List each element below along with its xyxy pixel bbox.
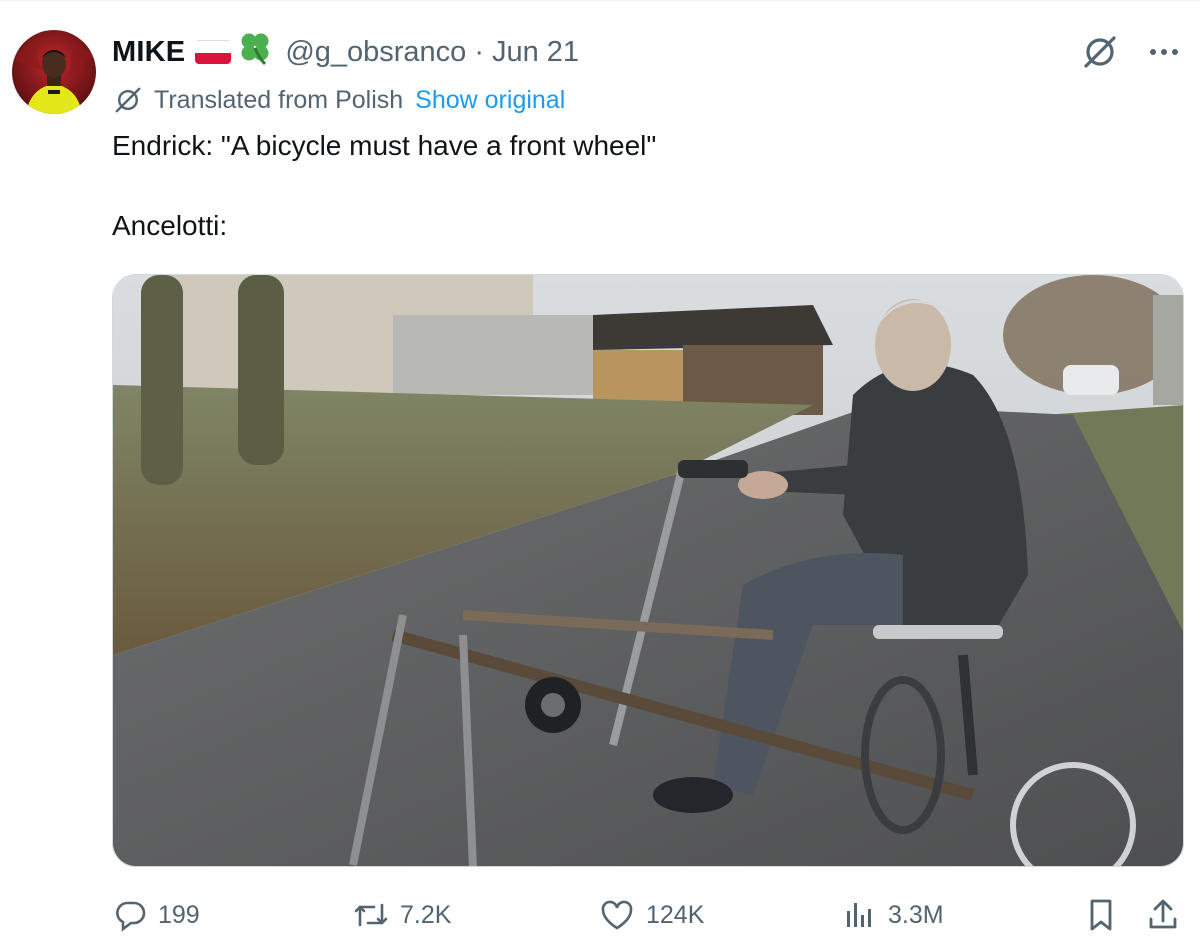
display-name[interactable]: MIKE [112,36,185,69]
top-divider [0,0,1200,1]
show-original-link[interactable]: Show original [415,86,565,115]
repost-button[interactable]: 7.2K [352,892,451,938]
post-header: MIKE @g_obsranco · Jun 21 [112,30,579,74]
video-frame [113,275,1183,866]
like-button[interactable]: 124K [598,892,704,938]
views-icon [847,903,871,927]
heart-icon [601,900,633,930]
avatar[interactable] [12,30,96,114]
poland-flag-icon [195,40,232,64]
four-leaf-clover-icon [235,28,275,76]
translation-row: Translated from Polish Show original [112,84,565,116]
bookmark-icon [1090,899,1112,931]
post-actions: 199 7.2K 124K 3.3M [112,892,1184,938]
repost-icon [354,903,388,927]
translate-icon [112,84,144,116]
post-text: Endrick: "A bicycle must have a front wh… [112,126,656,246]
post-text-line-2: Ancelotti: [112,210,228,241]
reply-icon [116,901,146,932]
reply-button[interactable]: 199 [112,892,200,938]
grok-icon[interactable] [1080,32,1120,77]
views-button[interactable]: 3.3M [842,892,944,938]
user-handle[interactable]: @g_obsranco [285,36,466,69]
translation-label: Translated from Polish [154,85,404,114]
header-actions [1080,32,1182,77]
post-text-spacer [112,166,656,206]
post-media[interactable] [112,274,1184,867]
bookmark-button[interactable] [1084,892,1128,938]
post-date[interactable]: Jun 21 [492,36,579,69]
like-count: 124K [646,900,705,929]
share-icon [1149,899,1177,929]
share-button[interactable] [1146,892,1190,938]
reply-count: 199 [158,900,200,929]
post-text-line-1: Endrick: "A bicycle must have a front wh… [112,130,657,161]
repost-count: 7.2K [400,900,452,929]
views-count: 3.3M [888,900,944,929]
more-icon[interactable] [1146,34,1182,75]
separator-dot: · [474,35,484,68]
avatar-image [12,30,96,114]
